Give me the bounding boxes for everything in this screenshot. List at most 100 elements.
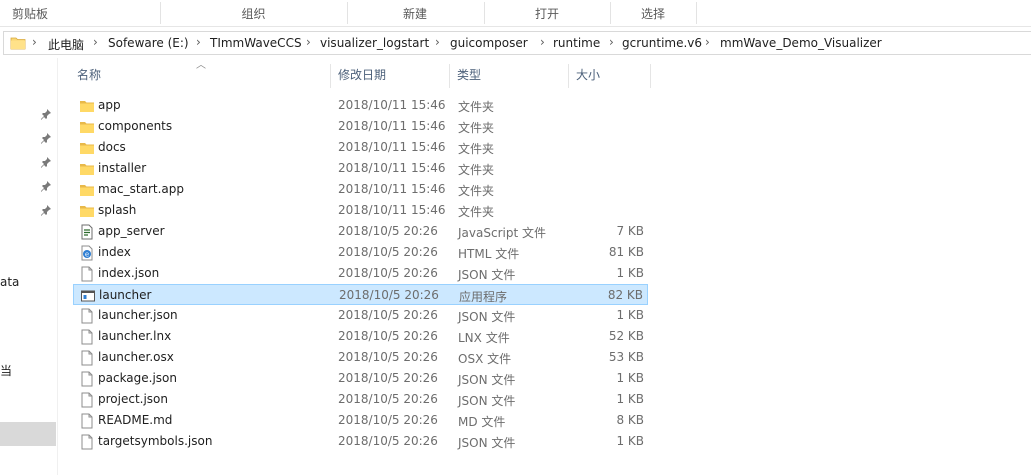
svg-text:e: e: [85, 251, 89, 259]
column-divider[interactable]: [330, 64, 331, 88]
file-row[interactable]: docs 2018/10/11 15:46 文件夹: [73, 137, 648, 158]
file-name[interactable]: splash: [98, 203, 136, 217]
file-row[interactable]: index.json 2018/10/5 20:26 JSON 文件 1 KB: [73, 263, 648, 284]
file-row[interactable]: e index 2018/10/5 20:26 HTML 文件 81 KB: [73, 242, 648, 263]
chevron-right-icon[interactable]: ›: [540, 35, 545, 49]
file-name[interactable]: README.md: [98, 413, 172, 427]
file-type: OSX 文件: [458, 352, 512, 366]
ribbon-group-organize: 组织: [241, 7, 266, 21]
file-row[interactable]: app_server 2018/10/5 20:26 JavaScript 文件 7 …: [73, 221, 648, 242]
file-date-modified: 2018/10/5 20:26: [338, 329, 438, 343]
file-name[interactable]: index.json: [98, 266, 159, 280]
file-name[interactable]: launcher: [99, 288, 151, 302]
file-date-modified: 2018/10/5 20:26: [338, 266, 438, 280]
breadcrumb-timmwaveccs[interactable]: TImmWaveCCS: [210, 36, 302, 50]
column-date-modified[interactable]: 修改日期: [332, 62, 448, 88]
pin-icon[interactable]: [40, 108, 52, 120]
file-row[interactable]: components 2018/10/11 15:46 文件夹: [73, 116, 648, 137]
chevron-right-icon[interactable]: ›: [306, 35, 311, 49]
breadcrumb-current-folder[interactable]: mmWave_Demo_Visualizer: [720, 36, 882, 50]
column-name[interactable]: 名称: [71, 62, 329, 88]
file-type: 文件夹: [458, 121, 495, 135]
file-row[interactable]: targetsymbols.json 2018/10/5 20:26 JSON 文件…: [73, 431, 648, 452]
file-name[interactable]: project.json: [98, 392, 168, 406]
file-row[interactable]: README.md 2018/10/5 20:26 MD 文件 8 KB: [73, 410, 648, 431]
pin-icon[interactable]: [40, 180, 52, 192]
chevron-right-icon[interactable]: ›: [93, 35, 98, 49]
file-row[interactable]: project.json 2018/10/5 20:26 JSON 文件 1 KB: [73, 389, 648, 410]
file-size: 1 KB: [616, 434, 644, 448]
navigation-pane[interactable]: ata 当: [0, 58, 58, 475]
file-date-modified: 2018/10/5 20:26: [338, 245, 438, 259]
file-type: MD 文件: [458, 415, 506, 429]
column-divider[interactable]: [449, 64, 450, 88]
folder-icon: [79, 161, 95, 177]
file-name[interactable]: mac_start.app: [98, 182, 184, 196]
pin-icon[interactable]: [40, 204, 52, 216]
file-row[interactable]: installer 2018/10/11 15:46 文件夹: [73, 158, 648, 179]
pin-icon[interactable]: [40, 156, 52, 168]
file-date-modified: 2018/10/5 20:26: [339, 288, 439, 302]
breadcrumb-this-pc[interactable]: 此电脑: [48, 36, 84, 53]
file-date-modified: 2018/10/5 20:26: [338, 434, 438, 448]
breadcrumb-drive[interactable]: Sofeware (E:): [108, 36, 189, 50]
ribbon-group-open: 打开: [534, 7, 559, 21]
file-name[interactable]: targetsymbols.json: [98, 434, 212, 448]
file-date-modified: 2018/10/5 20:26: [338, 413, 438, 427]
breadcrumb-gcruntime[interactable]: gcruntime.v6: [622, 36, 702, 50]
chevron-right-icon[interactable]: ›: [435, 35, 440, 49]
file-name[interactable]: docs: [98, 140, 126, 154]
file-type: LNX 文件: [458, 331, 510, 345]
chevron-right-icon[interactable]: ›: [196, 35, 201, 49]
file-type: 文件夹: [458, 100, 495, 114]
file-name[interactable]: package.json: [98, 371, 177, 385]
file-name[interactable]: components: [98, 119, 172, 133]
script-file-icon: [79, 224, 95, 240]
file-name[interactable]: app: [98, 98, 121, 112]
chevron-right-icon[interactable]: ›: [32, 35, 37, 49]
file-row[interactable]: launcher.json 2018/10/5 20:26 JSON 文件 1 KB: [73, 305, 648, 326]
column-divider[interactable]: [568, 64, 569, 88]
file-name[interactable]: index: [98, 245, 131, 259]
file-row[interactable]: splash 2018/10/11 15:46 文件夹: [73, 200, 648, 221]
nav-item-selected[interactable]: [0, 422, 56, 446]
file-row[interactable]: launcher.osx 2018/10/5 20:26 OSX 文件 53 KB: [73, 347, 648, 368]
column-type[interactable]: 类型: [451, 62, 567, 88]
file-size: 8 KB: [616, 413, 644, 427]
file-name[interactable]: app_server: [98, 224, 165, 238]
file-type: HTML 文件: [458, 247, 520, 261]
breadcrumb-guicomposer[interactable]: guicomposer: [450, 36, 528, 50]
file-row[interactable]: mac_start.app 2018/10/11 15:46 文件夹: [73, 179, 648, 200]
column-size[interactable]: 大小: [570, 62, 650, 88]
chevron-right-icon[interactable]: ›: [609, 35, 614, 49]
file-type: JSON 文件: [458, 394, 516, 408]
file-type: JSON 文件: [458, 436, 516, 450]
file-type: 应用程序: [459, 290, 508, 304]
address-bar[interactable]: › 此电脑 › Sofeware (E:) › TImmWaveCCS › vi…: [3, 31, 1031, 55]
file-name[interactable]: installer: [98, 161, 146, 175]
file-row[interactable]: launcher.lnx 2018/10/5 20:26 LNX 文件 52 KB: [73, 326, 648, 347]
nav-item-label[interactable]: 当: [0, 362, 12, 379]
file-date-modified: 2018/10/11 15:46: [338, 98, 446, 112]
file-name[interactable]: launcher.json: [98, 308, 178, 322]
file-date-modified: 2018/10/5 20:26: [338, 350, 438, 364]
file-row[interactable]: launcher 2018/10/5 20:26 应用程序 82 KB: [73, 284, 648, 305]
pin-icon[interactable]: [40, 132, 52, 144]
file-icon: [79, 329, 95, 345]
file-row[interactable]: package.json 2018/10/5 20:26 JSON 文件 1 KB: [73, 368, 648, 389]
breadcrumb-visualizer-logstart[interactable]: visualizer_logstart: [320, 36, 429, 50]
folder-icon: [79, 119, 95, 135]
nav-item-label[interactable]: ata: [0, 275, 19, 289]
column-divider[interactable]: [650, 64, 651, 88]
file-date-modified: 2018/10/5 20:26: [338, 371, 438, 385]
file-name[interactable]: launcher.lnx: [98, 329, 171, 343]
file-date-modified: 2018/10/11 15:46: [338, 140, 446, 154]
file-name[interactable]: launcher.osx: [98, 350, 174, 364]
breadcrumb-runtime[interactable]: runtime: [553, 36, 600, 50]
file-date-modified: 2018/10/11 15:46: [338, 203, 446, 217]
file-date-modified: 2018/10/11 15:46: [338, 161, 446, 175]
file-row[interactable]: app 2018/10/11 15:46 文件夹: [73, 95, 648, 116]
file-size: 1 KB: [616, 392, 644, 406]
file-date-modified: 2018/10/11 15:46: [338, 119, 446, 133]
chevron-right-icon[interactable]: ›: [705, 35, 710, 49]
